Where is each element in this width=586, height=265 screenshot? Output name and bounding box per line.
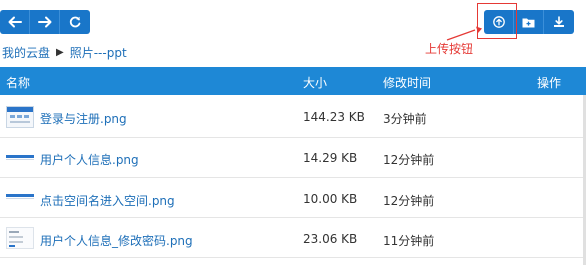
refresh-icon <box>69 16 81 28</box>
column-header-name[interactable]: 名称 <box>6 74 30 91</box>
file-modified-time: 12分钟前 <box>383 153 435 167</box>
file-name-link[interactable]: 登录与注册.png <box>40 110 127 127</box>
image-thumbnail-icon <box>6 155 34 160</box>
file-row[interactable]: 用户个人信息.png 14.29 KB 12分钟前 <box>0 138 586 178</box>
column-header-modified[interactable]: 修改时间 <box>383 74 431 91</box>
breadcrumb-current[interactable]: 照片---ppt <box>70 44 127 61</box>
file-row[interactable]: 用户个人信息_修改密码.png 23.06 KB 11分钟前 <box>0 218 586 258</box>
file-size: 14.29 KB <box>303 151 358 165</box>
file-modified-time: 11分钟前 <box>383 234 435 248</box>
annotation-arrow-icon <box>446 26 482 41</box>
new-folder-button[interactable] <box>514 10 544 34</box>
breadcrumb: 我的云盘 ▶ 照片---ppt <box>2 44 127 61</box>
file-modified-time: 3分钟前 <box>383 112 427 126</box>
new-folder-icon <box>522 18 535 27</box>
image-thumbnail-icon <box>6 106 34 128</box>
file-size: 23.06 KB <box>303 232 358 246</box>
download-button[interactable] <box>544 10 574 34</box>
file-name-link[interactable]: 用户个人信息_修改密码.png <box>40 232 193 249</box>
file-modified-time: 12分钟前 <box>383 194 435 208</box>
breadcrumb-root-link[interactable]: 我的云盘 <box>2 44 50 61</box>
upload-annotation-label: 上传按钮 <box>425 42 474 56</box>
file-name-link[interactable]: 用户个人信息.png <box>40 151 139 168</box>
column-header-size[interactable]: 大小 <box>303 74 327 91</box>
navigation-toolbar <box>0 10 90 34</box>
download-icon <box>554 16 564 27</box>
file-size: 144.23 KB <box>303 110 365 124</box>
arrow-right-icon <box>37 16 51 28</box>
file-name-link[interactable]: 点击空间名进入空间.png <box>40 192 175 209</box>
file-row[interactable]: 点击空间名进入空间.png 10.00 KB 12分钟前 <box>0 178 586 218</box>
refresh-button[interactable] <box>60 10 90 34</box>
image-thumbnail-icon <box>6 227 34 249</box>
forward-button[interactable] <box>30 10 60 34</box>
file-row[interactable]: 登录与注册.png 144.23 KB 3分钟前 <box>0 98 586 138</box>
chevron-right-icon: ▶ <box>56 47 64 58</box>
column-header-actions: 操作 <box>537 76 562 90</box>
arrow-left-icon <box>8 16 22 28</box>
file-table-header: 名称 大小 修改时间 操作 <box>0 67 586 95</box>
back-button[interactable] <box>0 10 30 34</box>
image-thumbnail-icon <box>6 194 34 199</box>
file-size: 10.00 KB <box>303 192 358 206</box>
